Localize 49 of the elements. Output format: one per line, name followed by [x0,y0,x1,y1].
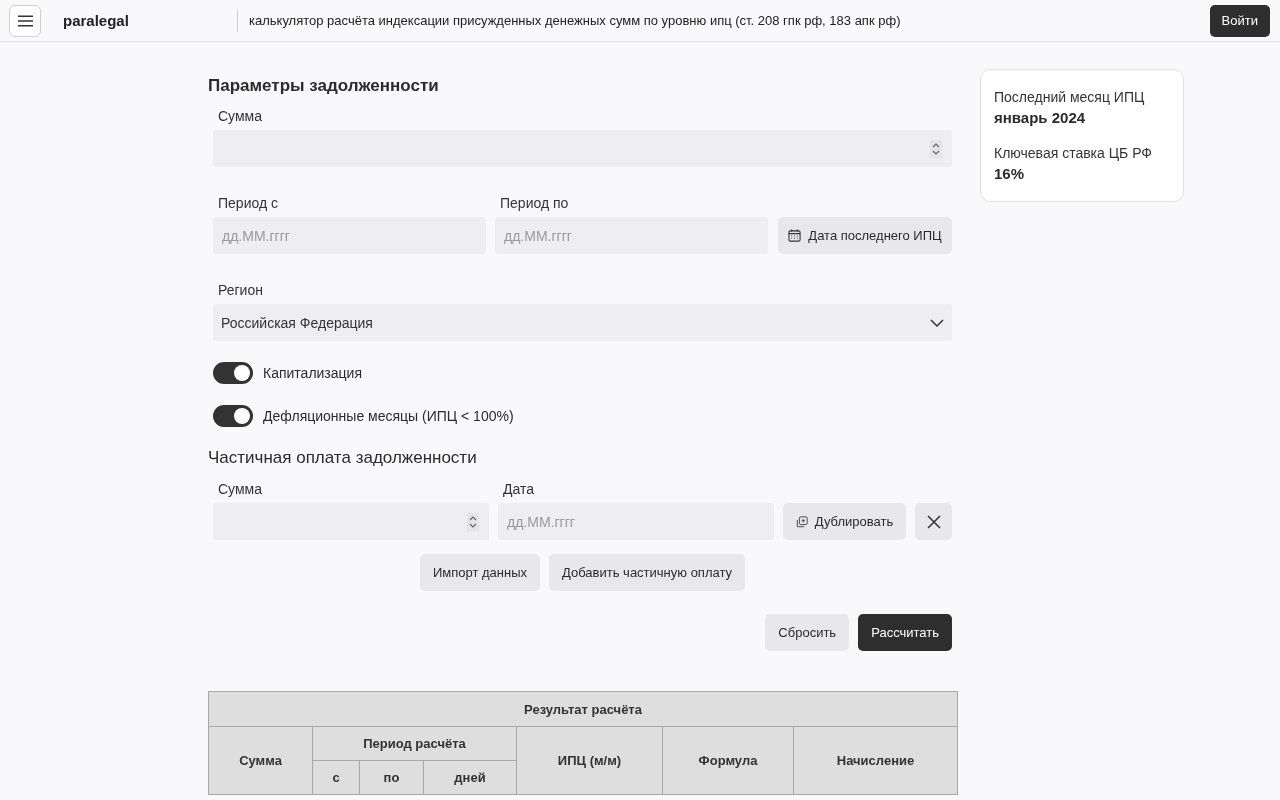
import-data-button[interactable]: Импорт данных [419,554,541,591]
brand-name[interactable]: paralegal [63,12,237,29]
menu-icon [17,14,33,27]
info-label: Ключевая ставка ЦБ РФ [994,144,1153,163]
column-header: с [312,760,360,795]
field-label: Дата [502,480,535,498]
column-header: Сумма [208,726,313,795]
menu-button[interactable] [9,4,41,37]
login-button[interactable]: Войти [1209,4,1270,37]
info-label: Последний месяц ИПЦ [994,88,1146,107]
page-subtitle: калькулятор расчёта индексации присужденных денежных сумм по уровню ипц (ст. 208 гпк рф, 183 апк рф) [237,9,901,32]
field-label: Сумма [217,107,263,125]
remove-button[interactable] [915,503,952,540]
amount-field[interactable] [213,503,489,540]
date-field[interactable]: дд.ММ.гггг [495,217,768,254]
reset-button[interactable]: Сбросить [765,614,850,651]
column-header: Формула [662,726,794,795]
chevron-down-icon [930,318,944,327]
toggle-switch[interactable] [213,362,253,384]
calendar-icon [788,229,802,242]
column-header: Период расчёта [312,726,517,761]
info-value: январь 2024 [994,108,1087,128]
column-header: ИПЦ (м/м) [516,726,663,795]
table-title: Результат расчёта [208,691,958,727]
copy-plus-icon [795,515,808,528]
toggle-label: Дефляционные месяцы (ИПЦ < 100%) [263,407,514,425]
field-label: Сумма [217,480,263,498]
info-value: 16% [994,164,1026,184]
calculate-button[interactable]: Рассчитать [858,614,952,651]
field-label: Период с [217,194,279,212]
toggle-label: Капитализация [263,364,362,382]
amount-field[interactable] [213,130,952,167]
section-title: Частичная оплата задолженности [208,447,478,469]
section-title: Параметры задолженности [208,75,440,97]
column-header: по [359,760,424,795]
field-label: Регион [217,281,264,299]
column-header: Начисление [793,726,958,795]
last-cpi-date-button[interactable]: Дата последнего ИПЦ [778,217,952,254]
spinner-icon [930,139,942,158]
add-partial-payment-button[interactable]: Добавить частичную оплату [549,554,746,591]
spinner-icon [467,512,479,531]
region-select[interactable]: Российская Федерация [213,304,952,341]
date-field[interactable]: дд.ММ.гггг [498,503,774,540]
duplicate-button[interactable]: Дублировать [783,503,906,540]
date-field[interactable]: дд.ММ.гггг [213,217,486,254]
field-label: Период по [499,194,570,212]
close-icon [926,514,941,529]
toggle-switch[interactable] [213,405,253,427]
column-header: дней [423,760,517,795]
